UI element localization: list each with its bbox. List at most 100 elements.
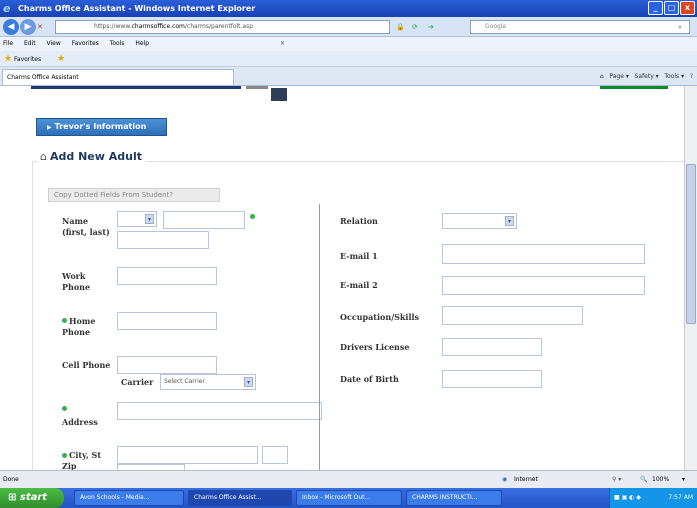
toolbar-close-icon[interactable]: ✕ — [280, 40, 285, 47]
occupation-label: Occupation/Skills — [340, 312, 420, 322]
task-charms-office[interactable]: Charms Office Assist... — [188, 490, 292, 506]
lock-icon[interactable]: 🔒 — [396, 20, 405, 34]
occupation-input[interactable] — [442, 306, 583, 325]
city-input[interactable] — [117, 446, 258, 464]
state-input[interactable] — [262, 446, 288, 464]
top-nav-green — [600, 86, 668, 89]
url-prefix: https://www. — [94, 23, 132, 30]
maximize-button[interactable]: □ — [664, 1, 679, 15]
chevron-down-icon: ▾ — [244, 377, 253, 387]
url-path: /charms/parentfolt.asp — [184, 23, 254, 30]
page-menu[interactable]: Page — [609, 73, 624, 80]
windows-logo-icon: ⊞ — [8, 492, 17, 503]
task-inbox-outlook[interactable]: Inbox - Microsoft Out... — [296, 490, 402, 506]
top-nav-button[interactable] — [271, 88, 287, 101]
menu-help[interactable]: Help — [135, 40, 149, 47]
help-icon[interactable]: ? — [690, 73, 693, 80]
zoom-icon[interactable]: 🔍 — [640, 471, 647, 488]
drivers-license-input[interactable] — [442, 338, 542, 356]
refresh-icon[interactable]: ⟳ — [412, 20, 418, 34]
ie-logo-icon: e — [3, 2, 11, 15]
zone-text: Internet — [514, 476, 538, 483]
favorites-star-icon[interactable]: ★ — [4, 54, 12, 64]
back-button[interactable]: ◀ — [3, 19, 19, 35]
start-button[interactable]: ⊞ start — [0, 488, 64, 508]
search-icon[interactable]: ⌕ — [678, 20, 682, 34]
first-name-input[interactable] — [163, 211, 245, 229]
email2-input[interactable] — [442, 276, 645, 295]
collapse-icon[interactable]: ⌂ — [40, 150, 47, 163]
chevron-down-icon: ▾ — [505, 216, 514, 226]
required-dot — [62, 406, 67, 411]
vertical-scrollbar[interactable] — [684, 86, 697, 470]
system-tray: ■ ▣ ◐ ◆ 7:57 AM — [609, 488, 697, 508]
menu-bar: File Edit View Favorites Tools Help ✕ — [0, 37, 697, 51]
favorites-button[interactable]: Favorites — [14, 56, 41, 63]
safety-menu[interactable]: Safety — [635, 73, 654, 80]
email2-label: E-mail 2 — [340, 280, 378, 290]
student-info-button[interactable]: ▶ Trevor's Information — [36, 118, 167, 136]
url-domain: charmsoffice.com — [131, 23, 185, 30]
scroll-thumb[interactable] — [686, 164, 696, 324]
city-label: City, St Zip — [62, 450, 102, 470]
home-phone-input[interactable] — [117, 312, 217, 330]
command-bar: ⌂ Page ▾ Safety ▾ Tools ▾ ? — [599, 73, 693, 80]
cell-phone-input[interactable] — [117, 356, 217, 374]
expand-caret-icon: ▶ — [47, 124, 52, 131]
zoom-level[interactable]: 100% — [652, 471, 669, 488]
tab-bar: Charms Office Assistant ⌂ Page ▾ Safety … — [0, 67, 697, 86]
add-favorite-icon[interactable]: ★ — [57, 54, 65, 64]
last-name-input[interactable] — [117, 231, 209, 249]
task-label: Inbox - Microsoft Out... — [302, 494, 371, 501]
menu-file[interactable]: File — [3, 40, 13, 47]
search-placeholder: Google — [485, 23, 507, 30]
name-prefix-select[interactable]: ▾ — [117, 211, 157, 227]
address-bar[interactable]: https://www.charmsoffice.com/charms/pare… — [55, 20, 390, 34]
task-charms-instructions[interactable]: CHARMS INSTRUCTI... — [406, 490, 502, 506]
menu-tools[interactable]: Tools — [110, 40, 125, 47]
name-label: Name (first, last) — [62, 216, 110, 237]
address-input[interactable] — [117, 402, 322, 420]
carrier-select[interactable]: Select Carrier ▾ — [160, 374, 256, 390]
taskbar: ⊞ start Avon Schools - Media... Charms O… — [0, 488, 697, 508]
status-text: Done — [3, 476, 19, 483]
tray-icons[interactable]: ■ ▣ ◐ ◆ — [610, 488, 641, 508]
carrier-value: Select Carrier — [164, 378, 205, 385]
protected-mode-icon[interactable]: ⚲ ▾ — [612, 471, 621, 488]
top-nav-bar — [31, 86, 241, 89]
copy-fields-button[interactable]: Copy Dotted Fields From Student? — [48, 188, 220, 202]
refresh-stop-icon[interactable]: ✕ — [37, 20, 43, 34]
relation-select[interactable]: ▾ — [442, 213, 517, 229]
tab-label: Charms Office Assistant — [7, 74, 79, 81]
menu-favorites[interactable]: Favorites — [72, 40, 99, 47]
zoom-chevron-icon[interactable]: ▾ — [682, 471, 685, 488]
minimize-button[interactable]: _ — [648, 1, 663, 15]
page-title: ⌂ Add New Adult — [38, 150, 146, 163]
task-label: Charms Office Assist... — [194, 494, 262, 501]
copy-fields-label: Copy Dotted Fields From Student? — [54, 191, 173, 199]
task-label: CHARMS INSTRUCTI... — [412, 494, 478, 501]
work-phone-label: Work Phone — [62, 271, 91, 292]
globe-icon: ◉ — [502, 476, 508, 483]
work-phone-input[interactable] — [117, 267, 217, 285]
forward-button[interactable]: ▶ — [20, 19, 36, 35]
menu-view[interactable]: View — [47, 40, 61, 47]
relation-label: Relation — [340, 216, 378, 226]
address-label: Address — [62, 417, 98, 427]
go-arrow-icon[interactable]: ➔ — [428, 20, 434, 34]
search-input[interactable]: Google — [470, 20, 690, 34]
clock[interactable]: 7:57 AM — [668, 494, 693, 501]
window-title: Charms Office Assistant - Windows Intern… — [18, 4, 256, 13]
dob-label: Date of Birth — [340, 374, 399, 384]
dob-input[interactable] — [442, 370, 542, 388]
email1-input[interactable] — [442, 244, 645, 264]
task-label: Avon Schools - Media... — [80, 494, 150, 501]
page-content: ▶ Trevor's Information ⌂ Add New Adult Cop… — [0, 86, 684, 470]
column-divider — [319, 204, 320, 470]
tab-charms-office[interactable]: Charms Office Assistant — [2, 69, 234, 85]
tools-menu[interactable]: Tools — [664, 73, 679, 80]
home-icon[interactable]: ⌂ — [600, 73, 604, 80]
task-avon-schools[interactable]: Avon Schools - Media... — [74, 490, 184, 506]
menu-edit[interactable]: Edit — [24, 40, 36, 47]
close-button[interactable]: x — [680, 1, 695, 15]
